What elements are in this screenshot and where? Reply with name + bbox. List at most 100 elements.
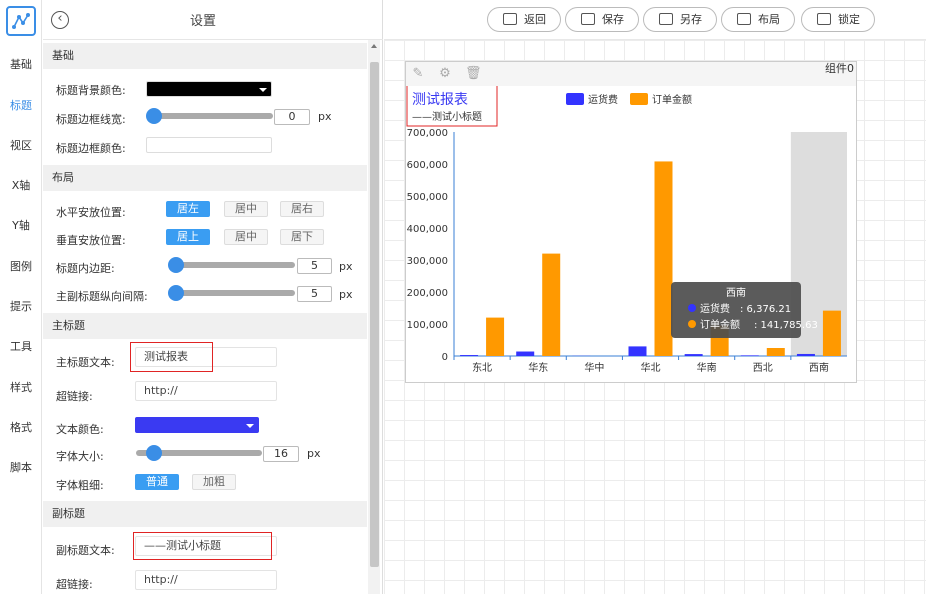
border-color-picker[interactable] (146, 137, 272, 153)
section-sub-title: 副标题 (43, 501, 367, 527)
sub-title-link-input[interactable]: http:// (135, 570, 277, 590)
border-width-input[interactable]: 0 (274, 109, 310, 125)
padding-label: 标题内边距: (56, 262, 115, 275)
tooltip-name: 订单金额 (700, 318, 740, 331)
bg-color-label: 标题背景颜色: (56, 84, 126, 97)
scrollbar-thumb[interactable] (370, 62, 379, 567)
back-button[interactable]: 返回 (487, 7, 561, 32)
h-position-label: 水平安放位置: (56, 206, 126, 219)
highlight-box (130, 342, 213, 372)
panel-scrollbar[interactable] (368, 40, 380, 594)
h-left-button[interactable]: 居左 (166, 201, 210, 217)
lock-button[interactable]: 锁定 (801, 7, 875, 32)
border-width-label: 标题边框线宽: (56, 113, 126, 126)
x-tick-label: 西南 (809, 361, 829, 374)
gap-slider[interactable] (169, 290, 295, 296)
sidebar-item-tools[interactable]: 工具 (0, 338, 42, 354)
border-width-unit: px (318, 110, 332, 123)
bar-1-5 (766, 348, 785, 356)
font-normal-button[interactable]: 普通 (135, 474, 179, 490)
edit-icon[interactable]: ✎ (411, 67, 425, 81)
y-tick-label: 500,000 (407, 192, 448, 203)
scroll-up-icon[interactable] (371, 44, 377, 48)
bar-chart: 测试报表——测试小标题运货费 订单金额700,000600,000500,0004… (406, 86, 847, 374)
y-tick-label: 600,000 (407, 160, 448, 171)
sidebar-item-basic[interactable]: 基础 (0, 56, 42, 72)
save-icon (581, 13, 595, 25)
chart-title: 测试报表 (412, 92, 468, 108)
sidebar-item-tooltip[interactable]: 提示 (0, 298, 42, 314)
save-button[interactable]: 保存 (565, 7, 639, 32)
bar-1-0 (486, 317, 505, 356)
bar-1-3 (654, 161, 673, 356)
gap-slider-handle[interactable] (168, 285, 184, 301)
sidebar-item-x-axis[interactable]: X轴 (0, 177, 42, 193)
layout-icon (737, 13, 751, 25)
bar-0-4 (684, 354, 703, 356)
v-bottom-button[interactable]: 居下 (280, 229, 324, 245)
main-title-link-label: 超链接: (56, 390, 93, 403)
x-tick-label: 东北 (472, 361, 492, 374)
sidebar-item-viewport[interactable]: 视区 (0, 137, 42, 153)
chart-subtitle: ——测试小标题 (412, 110, 482, 123)
design-canvas[interactable]: 返回 保存 另存 布局 锁定 ✎ ⚙ 🗑 组件0 测试报表 ——测试小标题 运货费订… (384, 0, 926, 594)
bar-0-3 (628, 346, 647, 356)
chart-widget[interactable]: ✎ ⚙ 🗑 组件0 测试报表 ——测试小标题 运货费 订单金额 700,000 600,0… (405, 61, 857, 383)
widget-name: 组件0 (825, 62, 854, 75)
main-title-text-label: 主标题文本: (56, 356, 115, 369)
save-as-button-label: 另存 (680, 13, 702, 26)
tooltip-title: 西南 (726, 286, 746, 299)
chevron-down-icon (246, 424, 254, 428)
font-bold-button[interactable]: 加粗 (192, 474, 236, 490)
padding-slider-handle[interactable] (168, 257, 184, 273)
v-top-button[interactable]: 居上 (166, 229, 210, 245)
tooltip-name: 运货费 (700, 302, 730, 315)
y-tick-label: 100,000 (407, 320, 448, 331)
legend-swatch (566, 93, 584, 105)
sidebar-item-script[interactable]: 脚本 (0, 459, 42, 475)
layout-button[interactable]: 布局 (721, 7, 795, 32)
bg-color-picker[interactable] (146, 81, 272, 97)
sidebar-item-legend[interactable]: 图例 (0, 258, 42, 274)
bar-0-0 (460, 355, 479, 356)
border-width-slider[interactable] (147, 113, 273, 119)
sidebar-item-title[interactable]: 标题 (0, 97, 42, 113)
x-tick-label: 华南 (697, 361, 717, 374)
padding-slider[interactable] (169, 262, 295, 268)
font-size-unit: px (307, 447, 321, 460)
v-position-label: 垂直安放位置: (56, 234, 126, 247)
trash-icon[interactable]: 🗑 (465, 67, 482, 81)
export-icon (659, 13, 673, 25)
x-tick-label: 华中 (584, 361, 604, 374)
gear-icon[interactable]: ⚙ (438, 67, 452, 81)
bar-0-5 (740, 355, 759, 356)
bar-0-1 (516, 351, 535, 356)
gap-input[interactable]: 5 (297, 286, 332, 302)
sub-title-link-label: 超链接: (56, 578, 93, 591)
settings-panel: ‹ 设置 基础 标题背景颜色: 标题边框线宽: 0 px 标题边框颜色: 布局 … (43, 0, 383, 594)
save-button-label: 保存 (602, 13, 624, 26)
gap-unit: px (339, 288, 353, 301)
h-right-button[interactable]: 居右 (280, 201, 324, 217)
legend-label: 订单金额 (652, 93, 692, 106)
padding-input[interactable]: 5 (297, 258, 332, 274)
font-size-input[interactable]: 16 (263, 446, 299, 462)
bar-1-6 (822, 310, 841, 356)
bar-1-1 (542, 253, 561, 356)
sidebar-item-y-axis[interactable]: Y轴 (0, 217, 42, 233)
sidebar-item-format[interactable]: 格式 (0, 419, 42, 435)
font-size-slider-handle[interactable] (146, 445, 162, 461)
sidebar-rail: 基础 标题 视区 X轴 Y轴 图例 提示 工具 样式 格式 脚本 (0, 0, 42, 594)
border-width-slider-handle[interactable] (146, 108, 162, 124)
h-center-button[interactable]: 居中 (224, 201, 268, 217)
sidebar-item-style[interactable]: 样式 (0, 379, 42, 395)
panel-header: ‹ 设置 (43, 0, 383, 40)
y-tick-label: 0 (442, 352, 448, 363)
text-color-picker[interactable] (135, 417, 259, 433)
main-title-link-input[interactable]: http:// (135, 381, 277, 401)
tooltip-value: : 6,376.21 (740, 304, 791, 315)
text-color-label: 文本颜色: (56, 423, 104, 436)
v-middle-button[interactable]: 居中 (224, 229, 268, 245)
legend-label: 运货费 (588, 93, 618, 106)
save-as-button[interactable]: 另存 (643, 7, 717, 32)
